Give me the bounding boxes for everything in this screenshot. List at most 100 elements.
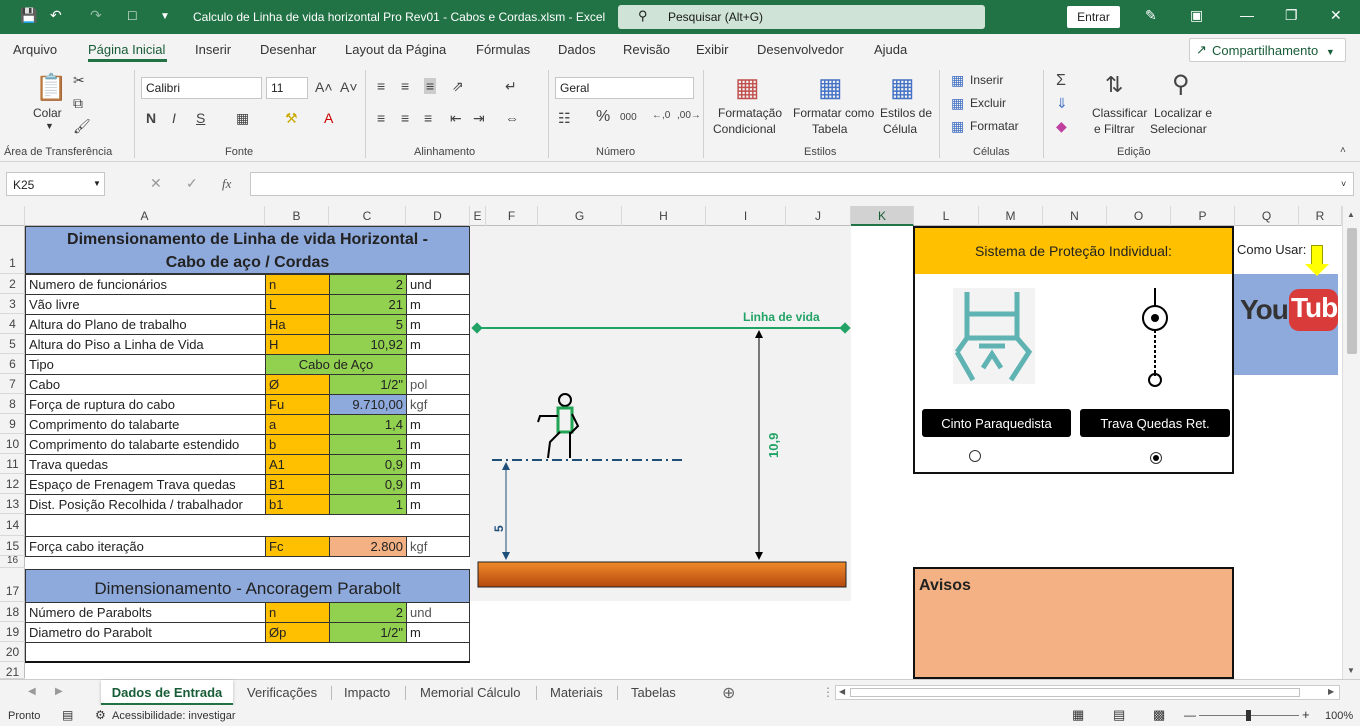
value-cell[interactable]: 1 <box>329 494 407 515</box>
column-header[interactable]: A <box>25 206 265 226</box>
unit-cell[interactable]: m <box>406 314 470 335</box>
scroll-thumb[interactable] <box>1347 228 1357 354</box>
row-header[interactable]: 2 <box>0 274 25 294</box>
increase-decimal-icon[interactable]: ←,0 <box>652 110 670 121</box>
format-cells-label[interactable]: Formatar <box>970 119 1019 133</box>
label-cell[interactable]: Comprimento do talabarte <box>25 414 266 435</box>
add-sheet-icon[interactable]: ⊕ <box>722 683 735 703</box>
page-break-icon[interactable]: ▩ <box>1153 707 1165 723</box>
delete-cells-icon[interactable]: ▦ <box>951 95 964 112</box>
prev-sheet-icon[interactable]: ◀ <box>28 686 36 697</box>
unit-cell[interactable]: kgf <box>406 536 470 557</box>
merge-center-icon[interactable]: ⇔ <box>505 110 519 126</box>
row-header[interactable]: 5 <box>0 334 25 354</box>
value-cell[interactable]: 9.710,00 <box>329 394 407 415</box>
value-cell[interactable]: 1 <box>329 434 407 455</box>
align-right-icon[interactable]: ≡ <box>424 110 432 126</box>
value-cell[interactable]: 2 <box>329 274 407 295</box>
column-header[interactable]: R <box>1299 206 1342 226</box>
format-table-label-1[interactable]: Formatar como <box>793 106 874 120</box>
row-header[interactable]: 21 <box>0 662 25 679</box>
increase-indent-icon[interactable]: ⇥ <box>473 110 485 127</box>
scroll-down-icon[interactable]: ▼ <box>1347 666 1355 675</box>
delete-cells-label[interactable]: Excluir <box>970 96 1006 110</box>
align-left-icon[interactable]: ≡ <box>377 110 385 126</box>
comma-style-icon[interactable]: 000 <box>620 112 637 123</box>
video-link[interactable]: You Tube <box>1234 274 1342 375</box>
increase-font-icon[interactable]: A˄ <box>315 79 333 95</box>
unit-cell[interactable] <box>406 354 470 375</box>
column-header[interactable]: L <box>914 206 979 226</box>
row-header[interactable]: 3 <box>0 294 25 314</box>
unit-cell[interactable]: kgf <box>406 394 470 415</box>
column-header[interactable]: M <box>979 206 1043 226</box>
format-table-icon[interactable]: ▦ <box>818 72 843 103</box>
underline-button[interactable]: S <box>196 110 205 126</box>
tab-formulas[interactable]: Fórmulas <box>476 42 530 57</box>
italic-button[interactable]: I <box>172 110 176 126</box>
column-header[interactable]: D <box>406 206 470 226</box>
row-header[interactable]: 9 <box>0 414 25 434</box>
arrester-radio[interactable] <box>1150 452 1162 464</box>
row-header[interactable]: 7 <box>0 374 25 394</box>
conditional-format-label-2[interactable]: Condicional <box>713 122 776 136</box>
sort-filter-label-2[interactable]: e Filtrar <box>1094 122 1135 136</box>
row-header[interactable]: 19 <box>0 622 25 642</box>
symbol-cell[interactable]: B1 <box>265 474 330 495</box>
find-select-label-2[interactable]: Selecionar <box>1150 122 1207 136</box>
search-box[interactable]: ⚲ Pesquisar (Alt+G) <box>618 5 985 29</box>
column-header[interactable]: B <box>265 206 329 226</box>
row-header[interactable]: 11 <box>0 454 25 474</box>
unit-cell[interactable]: pol <box>406 374 470 395</box>
decrease-decimal-icon[interactable]: ,00→ <box>677 110 701 121</box>
symbol-cell[interactable]: n <box>265 274 330 295</box>
name-box[interactable]: K25 ▼ <box>6 172 105 196</box>
row-header[interactable]: 18 <box>0 602 25 622</box>
column-header[interactable]: E <box>470 206 486 226</box>
share-button[interactable]: ↗ Compartilhamento ▼ <box>1189 38 1346 62</box>
tab-layout[interactable]: Layout da Página <box>345 42 446 57</box>
column-header[interactable]: H <box>622 206 706 226</box>
zoom-level[interactable]: 100% <box>1325 710 1353 722</box>
symbol-cell[interactable]: Ø <box>265 374 330 395</box>
column-header[interactable]: I <box>706 206 786 226</box>
format-cells-icon[interactable]: ▦ <box>951 118 964 135</box>
sheet-title-cell[interactable]: Dimensionamento de Linha de vida Horizon… <box>25 226 470 274</box>
sign-in-button[interactable]: Entrar <box>1067 6 1120 28</box>
close-icon[interactable]: ✕ <box>1330 7 1342 24</box>
unit-cell[interactable]: m <box>406 294 470 315</box>
conditional-format-label-1[interactable]: Formatação <box>718 106 782 120</box>
row-header[interactable]: 15 <box>0 536 25 556</box>
column-header[interactable]: F <box>486 206 538 226</box>
horizontal-scrollbar[interactable]: ◀ ▶ <box>835 685 1340 700</box>
decrease-indent-icon[interactable]: ⇤ <box>450 110 462 127</box>
insert-cells-icon[interactable]: ▦ <box>951 72 964 89</box>
label-cell[interactable]: Diametro do Parabolt <box>25 622 266 643</box>
sort-filter-label-1[interactable]: Classificar <box>1092 106 1147 120</box>
find-select-label-1[interactable]: Localizar e <box>1154 106 1212 120</box>
value-cell[interactable]: 2.800 <box>329 536 407 557</box>
cell-styles-label-1[interactable]: Estilos de <box>880 106 932 120</box>
unit-cell[interactable]: und <box>406 274 470 295</box>
symbol-cell[interactable]: Øp <box>265 622 330 643</box>
font-color-icon[interactable]: A <box>324 110 333 126</box>
enter-icon[interactable]: ✓ <box>186 175 198 192</box>
cell-styles-label-2[interactable]: Célula <box>883 122 917 136</box>
format-painter-icon[interactable]: 🖌 <box>73 118 91 135</box>
wrap-text-icon[interactable]: ↵ <box>505 78 517 95</box>
sheet-tab-materiais[interactable]: Materiais <box>550 680 603 706</box>
symbol-cell[interactable]: A1 <box>265 454 330 475</box>
format-table-label-2[interactable]: Tabela <box>812 122 847 136</box>
unit-cell[interactable]: m <box>406 474 470 495</box>
macro-record-icon[interactable]: ▤ <box>62 708 73 722</box>
tab-dados[interactable]: Dados <box>558 42 596 57</box>
tab-pagina-inicial[interactable]: Página Inicial <box>88 42 165 57</box>
cell-styles-icon[interactable]: ▦ <box>890 72 915 103</box>
scroll-left-icon[interactable]: ◀ <box>839 687 845 696</box>
symbol-cell[interactable]: Fc <box>265 536 330 557</box>
expand-formula-icon[interactable]: ˅ <box>1341 179 1346 189</box>
label-cell[interactable]: Vão livre <box>25 294 266 315</box>
paste-label[interactable]: Colar <box>33 106 62 120</box>
row-header[interactable]: 4 <box>0 314 25 334</box>
label-cell[interactable]: Dist. Posição Recolhida / trabalhador <box>25 494 266 515</box>
